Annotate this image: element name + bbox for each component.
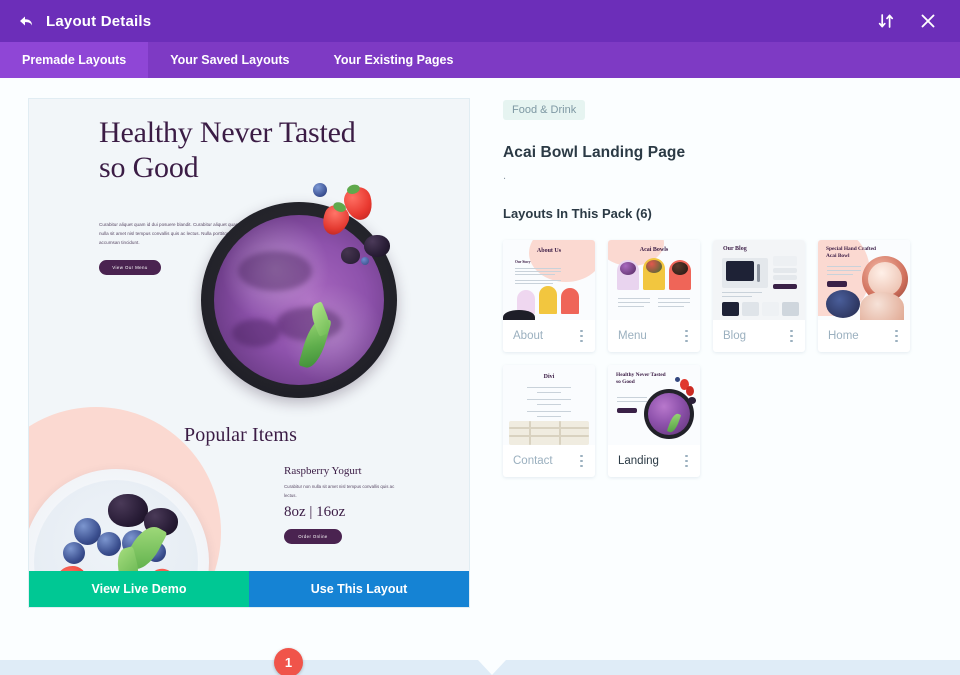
- layout-card-menu-icon[interactable]: [577, 327, 586, 346]
- layout-cards-grid: About Us Our Story About Acai Bowls Menu…: [503, 240, 923, 477]
- preview-item-sizes: 8oz | 16oz: [284, 504, 346, 520]
- preview-action-bar: View Live Demo Use This Layout: [29, 571, 469, 607]
- back-arrow-icon[interactable]: [14, 10, 36, 32]
- layout-card-thumbnail: Healthy Never Tasted so Good: [608, 365, 700, 445]
- blueberry: [361, 257, 369, 265]
- layout-card-label: Home: [828, 330, 859, 342]
- layout-card-blog[interactable]: Our Blog Blog: [713, 240, 805, 352]
- blackberry: [341, 247, 360, 264]
- layout-card-menu-icon[interactable]: [787, 327, 796, 346]
- pack-title: Acai Bowl Landing Page: [503, 144, 686, 161]
- blackberry: [364, 235, 390, 257]
- modal-body: Healthy Never Tasted so Good Curabitur a…: [0, 78, 960, 675]
- layout-card-footer: Landing: [608, 445, 700, 477]
- preview-section-title: Popular Items: [184, 424, 297, 446]
- tab-label: Your Saved Layouts: [170, 53, 290, 67]
- layout-card-thumbnail: Our Blog: [713, 240, 805, 320]
- layout-card-menu[interactable]: Acai Bowls Menu: [608, 240, 700, 352]
- titlebar-actions: [876, 11, 938, 31]
- layout-card-label: About: [513, 330, 544, 342]
- thumbnail-title: About Us: [536, 248, 562, 254]
- annotation-marker-1: 1: [274, 648, 303, 675]
- layout-card-label: Contact: [513, 455, 553, 467]
- view-live-demo-button[interactable]: View Live Demo: [29, 571, 249, 607]
- footer-notch: [478, 660, 506, 675]
- modal-titlebar: Layout Details: [0, 0, 960, 42]
- blueberry: [313, 183, 327, 197]
- layout-card-footer: About: [503, 320, 595, 352]
- tab-premade-layouts[interactable]: Premade Layouts: [0, 42, 149, 78]
- page-title: Layout Details: [46, 12, 152, 30]
- layout-card-label: Menu: [618, 330, 647, 342]
- layout-card-thumbnail: Special Hand Crafted Acai Bowl: [818, 240, 910, 320]
- layout-card-menu-icon[interactable]: [577, 452, 586, 471]
- preview-item-cta-button: Order Online: [284, 529, 342, 544]
- category-badge: Food & Drink: [503, 100, 586, 120]
- preview-cta-button: View Our Menu: [99, 260, 161, 275]
- pack-layouts-heading: Layouts In This Pack (6): [503, 206, 652, 221]
- layout-card-footer: Blog: [713, 320, 805, 352]
- preview-item-paragraph: Curabitur non nulla sit amet nisl tempus…: [284, 484, 395, 499]
- layout-card-landing[interactable]: Healthy Never Tasted so Good Landing: [608, 365, 700, 477]
- tab-label: Your Existing Pages: [333, 53, 454, 67]
- layout-card-footer: Home: [818, 320, 910, 352]
- thumbnail-title: Divi: [543, 374, 555, 380]
- tab-your-saved-layouts[interactable]: Your Saved Layouts: [148, 42, 311, 78]
- preview-canvas: Healthy Never Tasted so Good Curabitur a…: [29, 99, 469, 607]
- layout-preview: Healthy Never Tasted so Good Curabitur a…: [29, 99, 469, 607]
- layout-details-panel: Food & Drink Acai Bowl Landing Page . La…: [503, 78, 933, 660]
- use-this-layout-button[interactable]: Use This Layout: [249, 571, 469, 607]
- layout-card-footer: Contact: [503, 445, 595, 477]
- acai-bowl-illustration: [201, 167, 431, 398]
- close-icon[interactable]: [918, 11, 938, 31]
- thumbnail-title: Special Hand Crafted Acai Bowl: [826, 246, 877, 259]
- thumbnail-title: Healthy Never Tasted so Good: [616, 372, 666, 385]
- layout-card-thumbnail: About Us Our Story: [503, 240, 595, 320]
- layout-card-contact[interactable]: Divi Contact: [503, 365, 595, 477]
- layout-card-home[interactable]: Special Hand Crafted Acai Bowl Home: [818, 240, 910, 352]
- layout-card-footer: Menu: [608, 320, 700, 352]
- layout-details-modal: Layout Details Premade Layouts Your Save…: [0, 0, 960, 675]
- layout-card-label: Landing: [618, 455, 659, 467]
- layout-card-menu-icon[interactable]: [682, 452, 691, 471]
- thumbnail-title: Acai Bowls: [639, 247, 669, 253]
- layout-card-label: Blog: [723, 330, 747, 342]
- layout-card-thumbnail: Divi: [503, 365, 595, 445]
- pack-description: .: [503, 170, 507, 182]
- tab-your-existing-pages[interactable]: Your Existing Pages: [311, 42, 475, 78]
- layout-card-thumbnail: Acai Bowls: [608, 240, 700, 320]
- thumbnail-title: Our Blog: [723, 246, 747, 252]
- layout-card-menu-icon[interactable]: [892, 327, 901, 346]
- preview-item-title: Raspberry Yogurt: [284, 465, 362, 477]
- tab-bar: Premade Layouts Your Saved Layouts Your …: [0, 42, 960, 78]
- tab-label: Premade Layouts: [22, 53, 127, 67]
- layout-card-about[interactable]: About Us Our Story About: [503, 240, 595, 352]
- layout-card-menu-icon[interactable]: [682, 327, 691, 346]
- sort-arrows-icon[interactable]: [876, 11, 896, 31]
